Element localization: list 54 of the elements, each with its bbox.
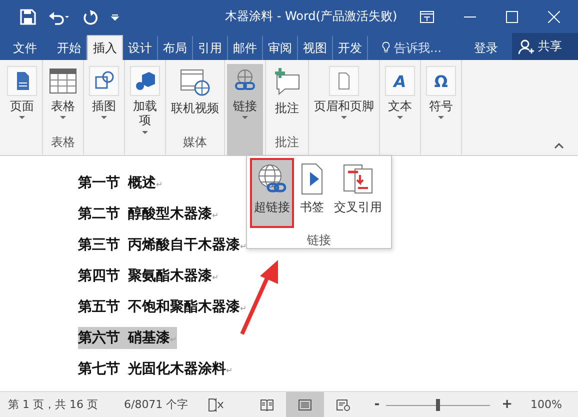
table-icon (48, 66, 78, 96)
redo-icon[interactable] (82, 8, 98, 24)
zoom-level[interactable]: 100% (530, 398, 562, 411)
maximize-icon[interactable] (506, 10, 518, 22)
ribbon-button[interactable]: 链接 (227, 64, 263, 156)
ribbon-button[interactable]: 加载项 (127, 64, 163, 156)
symbol-icon: Ω (426, 66, 456, 96)
heading-text: 第三节 丙烯酸自干木器漆↵ (78, 236, 247, 255)
symbol-icon: A (385, 66, 415, 96)
cross-reference-icon (342, 163, 374, 195)
shapes-icon (89, 66, 119, 96)
ribbon-options-icon[interactable] (420, 10, 434, 22)
ribbon-button[interactable]: 页眉和页脚 (311, 64, 377, 156)
heading-text: 第六节 硝基漆↵ (78, 327, 177, 349)
heading-text: 第五节 不饱和聚酯木器漆↵ (78, 298, 247, 317)
menu-item[interactable]: 书签 (296, 158, 328, 228)
group-label: 表格 (51, 134, 75, 151)
cube-icon (130, 66, 160, 96)
proofing-icon[interactable] (208, 398, 224, 412)
ribbon-button[interactable]: 插图 (86, 64, 122, 156)
group-label: 批注 (275, 134, 299, 151)
ribbon-button[interactable]: 页面 (4, 64, 40, 156)
ribbon-button[interactable]: A 文本 (382, 64, 418, 156)
zoom-in-button[interactable]: + (502, 397, 513, 412)
globe-link-icon (256, 163, 288, 195)
ribbon-tab[interactable]: 文件 (8, 36, 42, 60)
heading-text: 第七节 光固化木器涂料↵ (78, 360, 233, 379)
customize-icon[interactable] (110, 12, 120, 22)
person-plus-icon (518, 38, 534, 54)
word-count[interactable]: 6/8071 个字 (124, 397, 188, 412)
page-icon (329, 66, 359, 96)
zoom-out-button[interactable]: - (374, 397, 380, 412)
share-button[interactable]: 共享 (512, 33, 578, 60)
group-label: 链接 (307, 232, 331, 249)
menu-item[interactable]: 交叉引用 (330, 158, 386, 228)
menu-item[interactable]: 超链接 (250, 158, 294, 228)
lightbulb-icon (382, 40, 390, 55)
page-icon (7, 66, 37, 96)
ribbon-tab[interactable]: 插入 (87, 35, 123, 60)
heading-text: 第四节 聚氨酯木器漆↵ (78, 267, 219, 286)
page-count[interactable]: 第 1 页，共 16 页 (8, 397, 98, 412)
save-icon[interactable] (20, 8, 36, 24)
window-title: 木器涂料 - Word(产品激活失败) (224, 8, 398, 25)
heading-text: 第一节 概述↵ (78, 174, 163, 193)
sign-in-link[interactable]: 登录 (474, 36, 498, 60)
bookmark-icon (300, 163, 324, 195)
ribbon-button[interactable]: Ω 符号 (423, 64, 459, 156)
heading-text: 第二节 醇酸型木器漆↵ (78, 205, 219, 224)
print-layout-icon[interactable] (286, 392, 324, 417)
close-icon[interactable] (548, 10, 560, 22)
group-label: 媒体 (183, 134, 207, 151)
collapse-ribbon-icon[interactable] (554, 143, 564, 149)
zoom-slider[interactable] (386, 398, 490, 410)
tell-me-field[interactable]: 告诉我... (394, 36, 460, 60)
